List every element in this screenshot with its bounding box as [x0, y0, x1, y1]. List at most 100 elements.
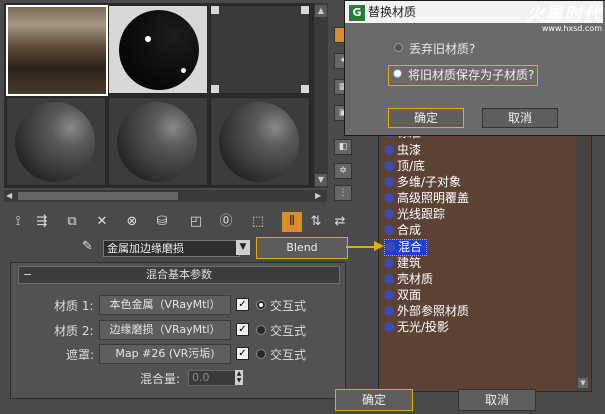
sample-slot-6[interactable] [210, 97, 310, 186]
option-label: 将旧材质保存为子材质? [408, 68, 535, 82]
scroll-down-icon[interactable]: ▼ [315, 174, 327, 186]
list-item[interactable]: 高级照明覆盖 [384, 191, 469, 206]
list-item[interactable]: 合成 [384, 223, 421, 238]
highlight [181, 68, 186, 73]
material-icon [384, 161, 394, 171]
material1-interactive-radio[interactable] [256, 300, 266, 310]
material-icon [384, 225, 394, 235]
pick-material-icon[interactable]: ✎ [82, 239, 98, 255]
sphere-preview [15, 102, 95, 182]
put-to-scene-icon[interactable]: ⇶ [32, 212, 52, 232]
scroll-left-icon[interactable]: ◀ [6, 191, 16, 201]
ok-button[interactable]: 确定 [335, 389, 413, 411]
list-item-label: 外部参照材质 [397, 304, 470, 318]
spinner-icon[interactable]: ▲ ▼ [235, 370, 243, 385]
material-type-button[interactable]: Blend [256, 237, 348, 259]
get-material-icon[interactable]: ⟟ [8, 212, 28, 232]
go-parent-icon[interactable]: ⫴ [282, 212, 302, 232]
list-item[interactable]: 双面 [384, 288, 421, 303]
sample-slot-3[interactable] [210, 5, 310, 94]
corner-marker [211, 6, 219, 14]
radio-button-selected[interactable] [393, 69, 402, 78]
material-icon [385, 242, 395, 252]
slots-horizontal-scrollbar[interactable]: ◀ ▶ [4, 190, 327, 202]
scroll-right-icon[interactable]: ▶ [315, 191, 325, 201]
sample-slot-5[interactable] [108, 97, 208, 186]
go-sibling-icon[interactable]: ⇅ [306, 212, 326, 232]
material2-interactive-radio[interactable] [256, 325, 266, 335]
app-icon: G [349, 5, 365, 21]
sphere-preview [219, 102, 299, 182]
watermark: 火星时代 www.hxsd.com [500, 6, 602, 36]
rollout-header[interactable]: − 混合基本参数 [18, 266, 340, 284]
mask-checkbox[interactable]: ✓ [236, 347, 249, 360]
options-icon[interactable]: ✲ [334, 163, 352, 179]
list-item-selected[interactable]: 混合 [384, 239, 428, 256]
mask-label: 遮罩: [66, 348, 95, 362]
list-item-label: 建筑 [397, 256, 422, 270]
keep-as-submaterial-option[interactable]: 将旧材质保存为子材质? [388, 65, 538, 86]
material2-checkbox[interactable]: ✓ [236, 323, 249, 336]
interactive-label: 交互式 [270, 348, 307, 362]
go-forward-icon[interactable]: ⇄ [330, 212, 350, 232]
put-to-library-icon[interactable]: ⛁ [152, 212, 172, 232]
slots-vertical-scrollbar[interactable]: ▲ ▼ [313, 3, 328, 188]
sample-slot-4[interactable] [6, 97, 106, 186]
material2-button[interactable]: 边缘磨损（VRayMtl） [99, 320, 231, 340]
list-item-label: 无光/投影 [397, 320, 450, 334]
list-item-label: 高级照明覆盖 [397, 191, 470, 205]
mask-button[interactable]: Map #26 (VR污垢) [99, 344, 231, 364]
hdri-preview-image [8, 7, 106, 94]
assign-icon[interactable]: ⧉ [62, 212, 82, 232]
rollout-title: 混合基本参数 [146, 268, 212, 281]
material1-label: 材质 1: [54, 299, 94, 313]
mask-interactive-radio[interactable] [256, 349, 266, 359]
material-toolbar: ⟟ ⇶ ⧉ ✕ ⊗ ⛁ ◰ ⓪ ⬚ ⫴ ⇅ ⇄ [4, 210, 354, 234]
select-by-material-icon[interactable]: ⋮ [334, 185, 352, 201]
discard-old-material-option[interactable]: 丢弃旧材质? [390, 40, 475, 57]
list-item[interactable]: 光线跟踪 [384, 207, 445, 222]
scroll-down-icon[interactable]: ▼ [578, 378, 588, 388]
show-map-icon[interactable]: ⓪ [216, 212, 236, 232]
list-scrollbar[interactable]: ▼ [576, 118, 590, 390]
material-name-field[interactable]: 金属加边缘磨损 [103, 240, 240, 257]
list-item[interactable]: 多维/子对象 [384, 175, 461, 190]
pointer-arrow-icon [374, 241, 384, 251]
dialog-cancel-button[interactable]: 取消 [482, 108, 558, 128]
sample-slot-2[interactable] [108, 5, 208, 94]
option-label: 丢弃旧材质? [409, 42, 476, 56]
video-check-icon[interactable]: ◧ [334, 139, 352, 155]
make-unique-icon[interactable]: ⊗ [122, 212, 142, 232]
material2-label: 材质 2: [54, 324, 94, 338]
cancel-button[interactable]: 取消 [458, 389, 536, 411]
material-icon [384, 322, 394, 332]
list-item-label: 光线跟踪 [397, 207, 446, 221]
scroll-thumb[interactable] [18, 192, 178, 200]
list-item[interactable]: 建筑 [384, 256, 421, 271]
collapse-icon[interactable]: − [23, 267, 32, 283]
sample-slot-1[interactable] [6, 5, 108, 96]
list-item[interactable]: 虫漆 [384, 143, 421, 158]
dialog-ok-button[interactable]: 确定 [388, 108, 464, 128]
list-item[interactable]: 壳材质 [384, 272, 433, 287]
interactive-label: 交互式 [270, 299, 307, 313]
corner-marker [301, 85, 309, 93]
black-sphere-preview [119, 10, 199, 90]
mix-amount-field[interactable]: 0.0 [188, 370, 237, 386]
material-icon [384, 177, 394, 187]
dialog-title: 替换材质 [368, 5, 417, 19]
list-item-label: 混合 [398, 240, 423, 254]
chevron-down-icon[interactable]: ▼ [236, 240, 250, 255]
material1-checkbox[interactable]: ✓ [236, 298, 249, 311]
list-item[interactable]: 外部参照材质 [384, 304, 469, 319]
material1-button[interactable]: 本色金属（VRayMtl） [99, 295, 231, 315]
list-item[interactable]: 顶/底 [384, 159, 425, 174]
reset-icon[interactable]: ✕ [92, 212, 112, 232]
mix-amount-label: 混合量: [140, 372, 181, 386]
material-id-icon[interactable]: ◰ [186, 212, 206, 232]
radio-button[interactable] [394, 43, 403, 52]
list-item[interactable]: 无光/投影 [384, 320, 449, 335]
material-icon [384, 193, 394, 203]
show-end-icon[interactable]: ⬚ [248, 212, 268, 232]
scroll-up-icon[interactable]: ▲ [315, 5, 327, 17]
